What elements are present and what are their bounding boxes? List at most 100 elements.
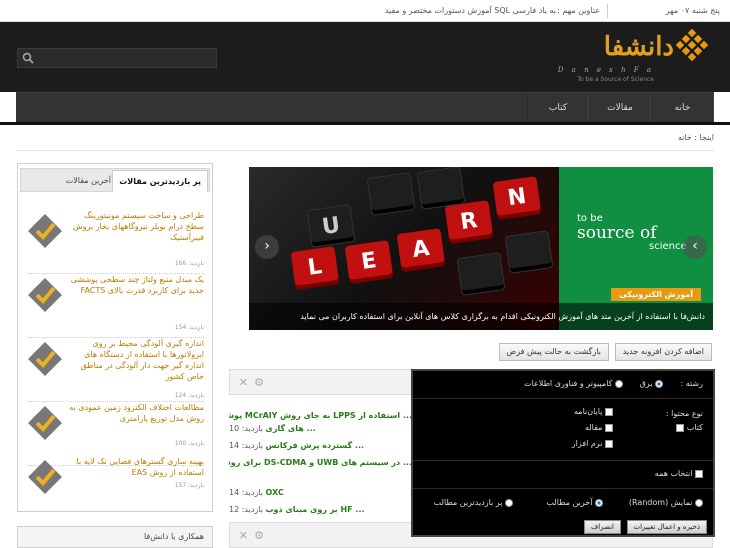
site-header: دانشفا D a n e s h F a To be a Source of… bbox=[0, 22, 730, 92]
article-title[interactable]: مطالعات اختلاف الکترود زمین عمودی به روش… bbox=[64, 402, 204, 424]
list-item-title: OXC bbox=[265, 488, 284, 497]
gear-icon[interactable]: ✕ bbox=[236, 376, 248, 389]
radio-button[interactable] bbox=[505, 498, 513, 507]
article-thumb-icon bbox=[28, 214, 62, 248]
type-option-software[interactable]: نرم افزار bbox=[572, 439, 613, 448]
tab-latest[interactable]: آخرین مقالات bbox=[60, 170, 117, 192]
cowork-widget-title[interactable]: همکاری با دانش‌فا bbox=[17, 526, 213, 548]
search-input[interactable] bbox=[17, 48, 217, 68]
header-divider bbox=[0, 122, 730, 125]
article-thumb-icon bbox=[28, 278, 62, 312]
list-item[interactable]: ... گسترده پرش فرکانس بازدید: 14 bbox=[229, 441, 412, 450]
type-option-book[interactable]: کتاب bbox=[676, 423, 703, 432]
divider bbox=[16, 150, 714, 151]
list-item[interactable]: ... HF بر روی مبنای ذوب بازدید: 12 bbox=[229, 505, 412, 514]
article-title[interactable]: طراحی و ساخت سیستم مونیتورینگ سطح درام ب… bbox=[64, 210, 204, 243]
widget-settings-popup: رشته : برق کامپیوتر و فناوری اطلاعات نوع… bbox=[411, 369, 715, 537]
order-option-most-viewed[interactable]: پر بازدیدترین مطالب bbox=[434, 498, 513, 507]
list-item[interactable]: طراحی و ساخت سیستم مونیتورینگ سطح درام ب… bbox=[28, 210, 204, 274]
category-option-computer[interactable]: کامپیوتر و فناوری اطلاعات bbox=[524, 379, 623, 388]
featured-slider[interactable]: U L E A R N to be source of science ‹ › … bbox=[249, 167, 713, 330]
keyboard-key: E bbox=[344, 240, 394, 284]
article-views: بازدید: 157 bbox=[174, 482, 204, 489]
nav-item-books[interactable]: کتاب bbox=[527, 93, 589, 123]
radio-button[interactable] bbox=[615, 379, 623, 388]
article-title[interactable]: بهینه سازی گسترهای فضایی تک لایه با استف… bbox=[64, 456, 204, 478]
article-thumb-icon bbox=[28, 342, 62, 376]
list-item-title: ... های گازی bbox=[265, 424, 316, 433]
keyboard-key: U bbox=[306, 204, 356, 248]
article-views: بازدید: 124 bbox=[174, 392, 204, 399]
logo-wordmark: دانشفا bbox=[603, 32, 674, 62]
type-option-article[interactable]: مقاله bbox=[585, 423, 613, 432]
top-bar: پنج شنبه ۰۷ مهر عناوین مهم : به یاد فارس… bbox=[0, 0, 730, 22]
type-option-thesis[interactable]: پایان‌نامه bbox=[574, 407, 613, 416]
article-thumb-icon bbox=[28, 460, 62, 494]
slider-category-badge[interactable]: آموزش الکترونیکی bbox=[611, 288, 701, 301]
list-item-views: بازدید: 10 bbox=[229, 424, 263, 433]
logo-slogan: To be a Source of Science bbox=[577, 76, 654, 83]
logo-latin: D a n e s h F a bbox=[557, 66, 654, 74]
wrench-icon[interactable]: ⚙ bbox=[252, 529, 264, 542]
list-item-views: بازدید: 14 bbox=[229, 441, 263, 450]
tab-most-viewed[interactable]: پر بازدیدترین مقالات bbox=[112, 170, 208, 192]
article-views: بازدید: 154 bbox=[174, 324, 204, 331]
list-item-title: ... گسترده پرش فرکانس bbox=[265, 441, 365, 450]
article-views: بازدید: 100 bbox=[174, 440, 204, 447]
list-item[interactable]: بهینه سازی گسترهای فضایی تک لایه با استف… bbox=[28, 456, 204, 520]
order-option-random[interactable]: نمایش (Random) bbox=[629, 498, 703, 507]
category-option-electrical[interactable]: برق bbox=[640, 379, 663, 388]
popular-articles-widget: پر بازدیدترین مقالات آخرین مقالات طراحی … bbox=[17, 163, 213, 512]
content-type-row: نوع محتوا : کتاب مقاله پایان‌نامه نرم اف… bbox=[413, 399, 713, 461]
keyboard-key: A bbox=[396, 228, 446, 272]
list-item-title: ... HF بر روی مبنای ذوب bbox=[265, 505, 365, 514]
list-item[interactable]: یک مبدل منبع ولتاژ چند سطحی پوششی جدید ب… bbox=[28, 274, 204, 338]
category-label: رشته : bbox=[680, 379, 703, 388]
list-item[interactable]: OXC بازدید: 14 bbox=[229, 488, 412, 497]
radio-button[interactable] bbox=[595, 498, 603, 507]
keyboard-key bbox=[456, 252, 506, 296]
list-item-views: بازدید: 14 bbox=[229, 488, 263, 497]
add-widget-button[interactable]: اضافه کردن افزونه جدید bbox=[614, 343, 712, 361]
headline-ticker-link[interactable]: به یاد فارسی SQL آموزش دستورات مختصر و م… bbox=[385, 6, 556, 15]
main-nav: خانه مقالات کتاب bbox=[16, 92, 714, 123]
search-icon[interactable] bbox=[22, 52, 34, 64]
keyboard-key: N bbox=[492, 176, 542, 220]
cancel-button[interactable]: انصراف bbox=[583, 520, 621, 534]
list-item[interactable]: ... های گازی بازدید: 10 bbox=[229, 424, 412, 433]
close-icon[interactable]: ✕ bbox=[236, 529, 248, 542]
article-title[interactable]: اندازه گیری آلودگی محیط بر روی ایزولاتور… bbox=[64, 338, 204, 382]
list-item[interactable]: ... در سیستم های UWB و DS-CDMA برای روش … bbox=[229, 458, 412, 467]
select-all-option[interactable]: انتخاب همه bbox=[655, 469, 703, 478]
select-all-row: انتخاب همه bbox=[413, 461, 713, 489]
checkbox[interactable] bbox=[605, 407, 613, 416]
checkbox[interactable] bbox=[605, 439, 613, 448]
slider-next-button[interactable]: › bbox=[683, 235, 707, 259]
site-logo[interactable]: دانشفا D a n e s h F a To be a Source of… bbox=[556, 26, 716, 86]
slider-tagline: source of bbox=[577, 223, 657, 243]
checkbox[interactable] bbox=[605, 423, 613, 432]
list-item[interactable]: ... استفاده از LPPS به جای روش MCrAlY پو… bbox=[229, 411, 412, 420]
list-item[interactable]: اندازه گیری آلودگی محیط بر روی ایزولاتور… bbox=[28, 338, 204, 402]
save-button[interactable]: ذخیره و اعمال تغییرات bbox=[626, 520, 707, 534]
keyboard-key: R bbox=[444, 200, 494, 244]
nav-item-articles[interactable]: مقالات bbox=[589, 93, 651, 123]
article-title[interactable]: یک مبدل منبع ولتاژ چند سطحی پوششی جدید ب… bbox=[64, 274, 204, 296]
breadcrumb: اینجا : خانه bbox=[677, 133, 714, 142]
checkbox[interactable] bbox=[695, 469, 703, 478]
keyboard-key bbox=[416, 167, 466, 210]
slider-prev-button[interactable]: ‹ bbox=[255, 235, 279, 259]
reset-default-button[interactable]: بازگشت به حالت پیش فرض bbox=[498, 343, 609, 361]
checkbox[interactable] bbox=[676, 423, 685, 432]
order-option-latest[interactable]: آخرین مطالب bbox=[546, 498, 603, 507]
article-list: ... استفاده از LPPS به جای روش MCrAlY پو… bbox=[229, 395, 414, 525]
current-date: پنج شنبه ۰۷ مهر bbox=[665, 6, 720, 15]
wrench-icon[interactable]: ⚙ bbox=[252, 376, 264, 389]
tab-bar: پر بازدیدترین مقالات آخرین مقالات bbox=[20, 168, 210, 192]
slider-caption[interactable]: دانش‌فا با استفاده از آخرین متد های آموز… bbox=[249, 303, 713, 330]
nav-item-home[interactable]: خانه bbox=[651, 93, 714, 123]
order-row: نمایش (Random) آخرین مطالب پر بازدیدترین… bbox=[413, 489, 713, 519]
list-item-views: بازدید: 12 bbox=[229, 505, 263, 514]
radio-button[interactable] bbox=[655, 379, 663, 388]
radio-button[interactable] bbox=[695, 498, 703, 507]
